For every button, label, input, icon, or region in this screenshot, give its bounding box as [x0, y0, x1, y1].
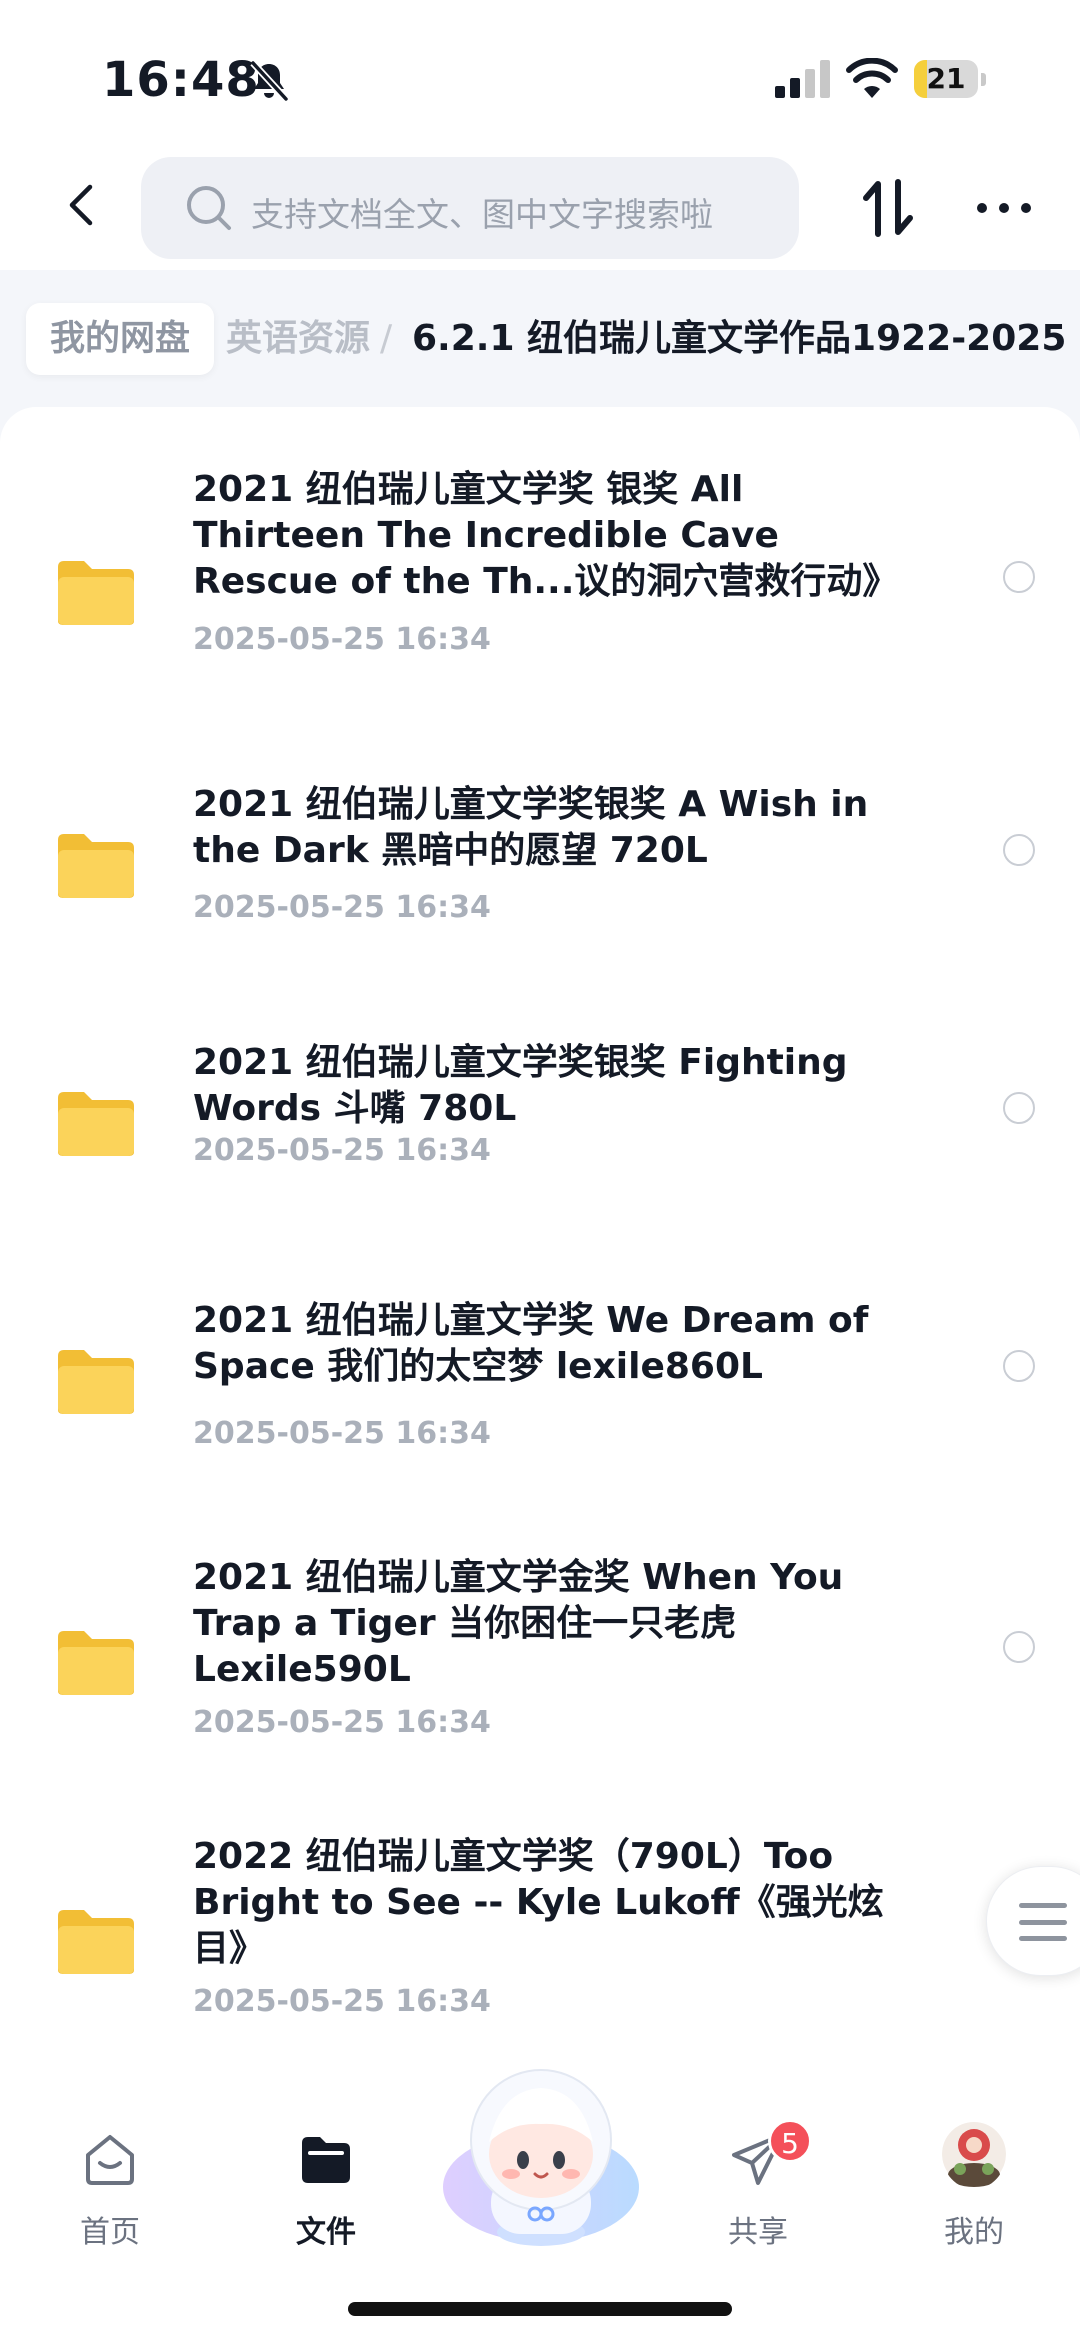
tab-files[interactable]: 文件 [256, 2129, 396, 2259]
battery-indicator: 21 [914, 60, 986, 98]
list-item[interactable]: 2021 纽伯瑞儿童文学金奖 When You Trap a Tiger 当你困… [0, 1555, 1080, 1785]
bell-off-icon [250, 60, 289, 102]
select-checkbox[interactable] [1003, 1631, 1035, 1663]
file-date: 2025-05-25 16:34 [193, 622, 491, 657]
breadcrumb-current: 6.2.1 纽伯瑞儿童文学作品1922-2025 [412, 318, 1067, 359]
tab-label: 首页 [80, 2215, 140, 2250]
chevron-left-icon [69, 184, 93, 226]
file-date: 2025-05-25 16:34 [193, 1984, 491, 2019]
list-item[interactable]: 2022 纽伯瑞儿童文学奖（790L）Too Bright to See -- … [0, 1834, 1080, 2047]
status-time: 16:48 [102, 52, 260, 108]
search-placeholder: 支持文档全文、图中文字搜索啦 [251, 195, 713, 234]
tab-home[interactable]: 首页 [40, 2129, 180, 2259]
search-input[interactable]: 支持文档全文、图中文字搜索啦 [141, 157, 799, 259]
tab-label: 文件 [296, 2215, 356, 2250]
file-title: 2022 纽伯瑞儿童文学奖（790L）Too Bright to See -- … [193, 1836, 884, 1969]
more-dots-icon [977, 203, 987, 213]
file-list: 2021 纽伯瑞儿童文学奖 银奖 All Thirteen The Incred… [0, 407, 1080, 2047]
home-icon [86, 2135, 134, 2185]
file-date: 2025-05-25 16:34 [193, 1705, 491, 1740]
file-date: 2025-05-25 16:34 [193, 890, 491, 925]
home-indicator [348, 2302, 732, 2316]
tab-share[interactable]: 5 共享 [688, 2119, 828, 2259]
folder-icon [58, 1910, 134, 1974]
file-title: 2021 纽伯瑞儿童文学奖银奖 A Wish in the Dark 黑暗中的愿… [193, 784, 869, 871]
file-title: 2021 纽伯瑞儿童文学奖 We Dream of Space 我们的太空梦 l… [193, 1300, 869, 1387]
ai-assistant-mascot-button[interactable] [441, 2062, 641, 2252]
folder-icon [58, 561, 134, 625]
folder-icon [58, 1092, 134, 1156]
file-title: 2021 纽伯瑞儿童文学金奖 When You Trap a Tiger 当你困… [193, 1557, 844, 1690]
file-date: 2025-05-25 16:34 [193, 1133, 491, 1168]
breadcrumb: 英语资源 我的网盘 / 6.2.1 纽伯瑞儿童文学作品1922-2025 [0, 285, 1080, 395]
folder-icon [58, 1350, 134, 1414]
search-icon [187, 186, 231, 230]
avatar [942, 2122, 1006, 2187]
more-options-button[interactable] [972, 176, 1036, 240]
list-item[interactable]: 2021 纽伯瑞儿童文学奖银奖 A Wish in the Dark 黑暗中的愿… [0, 782, 1080, 982]
cellular-signal-icon [775, 60, 830, 98]
battery-level: 21 [926, 62, 966, 95]
back-button[interactable] [52, 176, 110, 234]
folder-icon [302, 2137, 350, 2183]
select-checkbox[interactable] [1003, 1350, 1035, 1382]
sort-arrows-icon[interactable] [856, 176, 920, 240]
tab-label: 我的 [944, 2215, 1004, 2250]
select-checkbox[interactable] [1003, 834, 1035, 866]
wifi-icon [846, 58, 898, 98]
tab-label: 共享 [728, 2215, 788, 2250]
notification-badge: 5 [768, 2119, 812, 2163]
folder-icon [58, 834, 134, 898]
menu-lines-icon [1019, 1903, 1067, 1941]
list-item[interactable]: 2021 纽伯瑞儿童文学奖 银奖 All Thirteen The Incred… [0, 467, 1080, 697]
list-item[interactable]: 2021 纽伯瑞儿童文学奖银奖 Fighting Words 斗嘴 780L 2… [0, 1040, 1080, 1240]
breadcrumb-separator: / [380, 318, 393, 359]
select-checkbox[interactable] [1003, 561, 1035, 593]
top-bar: 支持文档全文、图中文字搜索啦 [0, 150, 1080, 270]
breadcrumb-root[interactable]: 我的网盘 [26, 303, 215, 375]
folder-icon [58, 1631, 134, 1695]
file-title: 2021 纽伯瑞儿童文学奖银奖 Fighting Words 斗嘴 780L [193, 1042, 848, 1129]
status-bar: 16:48 21 [0, 0, 1080, 150]
file-date: 2025-05-25 16:34 [193, 1416, 491, 1451]
select-checkbox[interactable] [1003, 1092, 1035, 1124]
file-title: 2021 纽伯瑞儿童文学奖 银奖 All Thirteen The Incred… [193, 469, 899, 602]
tab-me[interactable]: 我的 [904, 2122, 1044, 2259]
breadcrumb-item-english-resources[interactable]: 英语资源 [226, 303, 370, 375]
list-item[interactable]: 2021 纽伯瑞儿童文学奖 We Dream of Space 我们的太空梦 l… [0, 1298, 1080, 1498]
